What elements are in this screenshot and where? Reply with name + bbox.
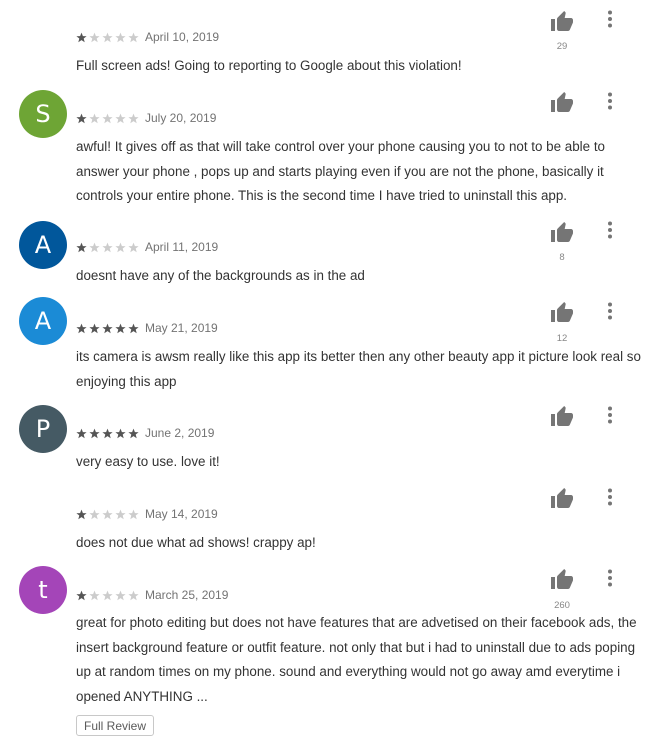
review-date: April 10, 2019 <box>145 30 220 44</box>
review-meta: May 14, 2019 <box>76 507 218 521</box>
avatar: P <box>19 405 67 453</box>
like-count: 8 <box>559 252 565 263</box>
star-empty-icon <box>102 32 113 42</box>
more-options-icon[interactable] <box>603 10 617 28</box>
star-filled-icon <box>102 323 113 333</box>
avatar: t <box>19 566 67 614</box>
star-filled-icon <box>128 428 139 438</box>
full-review-button[interactable]: Full Review <box>76 715 155 736</box>
star-empty-icon <box>102 590 113 600</box>
star-filled-icon <box>76 323 87 333</box>
like-count: 12 <box>556 333 568 344</box>
star-rating <box>76 590 141 601</box>
thumbs-up-icon[interactable] <box>550 405 574 429</box>
more-options-icon[interactable] <box>603 92 617 110</box>
review-date: April 11, 2019 <box>145 240 219 254</box>
star-empty-icon <box>115 590 126 600</box>
star-filled-icon <box>115 323 126 333</box>
review-text: great for photo editing but does not hav… <box>76 615 637 704</box>
thumbs-up-icon[interactable] <box>550 10 574 34</box>
review-text: doesnt have any of the backgrounds as in… <box>76 268 365 283</box>
star-empty-icon <box>128 113 139 123</box>
star-filled-icon <box>102 428 113 438</box>
more-options-icon[interactable] <box>603 302 617 320</box>
review-meta: March 25, 2019 <box>76 588 228 602</box>
star-empty-icon <box>89 32 100 42</box>
review-meta: July 20, 2019 <box>76 111 216 125</box>
star-filled-icon <box>76 590 87 600</box>
review-meta: April 11, 2019 <box>76 240 218 254</box>
star-rating <box>76 113 141 124</box>
thumbs-up-icon[interactable] <box>550 91 574 115</box>
review-date: July 20, 2019 <box>145 111 217 125</box>
avatar: S <box>19 90 67 138</box>
more-options-icon[interactable] <box>603 221 617 239</box>
more-options-icon[interactable] <box>603 488 617 506</box>
star-empty-icon <box>128 509 139 519</box>
star-empty-icon <box>102 242 113 252</box>
star-filled-icon <box>115 428 126 438</box>
thumbs-up-icon[interactable] <box>550 221 574 245</box>
star-filled-icon <box>128 323 139 333</box>
star-filled-icon <box>76 242 87 252</box>
review-text: does not due what ad shows! crappy ap! <box>76 535 316 550</box>
star-rating <box>76 242 141 253</box>
review-meta: June 2, 2019 <box>76 426 214 440</box>
star-empty-icon <box>89 590 100 600</box>
star-empty-icon <box>128 242 139 252</box>
star-rating <box>76 32 141 43</box>
more-options-icon[interactable] <box>603 406 617 424</box>
avatar: A <box>19 297 67 345</box>
star-filled-icon <box>76 113 87 123</box>
star-empty-icon <box>128 590 139 600</box>
star-rating <box>76 509 141 520</box>
star-empty-icon <box>115 509 126 519</box>
star-filled-icon <box>89 323 100 333</box>
star-filled-icon <box>76 32 87 42</box>
like-count: 29 <box>556 41 568 52</box>
star-empty-icon <box>115 32 126 42</box>
star-rating <box>76 428 141 439</box>
review-date: May 14, 2019 <box>145 507 218 521</box>
star-empty-icon <box>89 509 100 519</box>
review-text: Full screen ads! Going to reporting to G… <box>76 58 462 73</box>
avatar: A <box>19 221 67 269</box>
thumbs-up-icon[interactable] <box>550 301 574 325</box>
review-date: May 21, 2019 <box>145 321 218 335</box>
like-count: 260 <box>554 600 570 611</box>
thumbs-up-icon[interactable] <box>550 568 574 592</box>
review-text: very easy to use. love it! <box>76 454 220 469</box>
review-meta: April 10, 2019 <box>76 30 219 44</box>
star-filled-icon <box>76 509 87 519</box>
star-empty-icon <box>115 242 126 252</box>
review-text: awful! It gives off as that will take co… <box>76 139 605 203</box>
star-empty-icon <box>115 113 126 123</box>
star-empty-icon <box>89 242 100 252</box>
more-options-icon[interactable] <box>603 569 617 587</box>
star-rating <box>76 323 141 334</box>
review-date: June 2, 2019 <box>145 426 215 440</box>
star-filled-icon <box>76 428 87 438</box>
review-date: March 25, 2019 <box>145 588 229 602</box>
star-empty-icon <box>128 32 139 42</box>
star-empty-icon <box>89 113 100 123</box>
star-empty-icon <box>102 113 113 123</box>
thumbs-up-icon[interactable] <box>550 487 574 511</box>
star-filled-icon <box>89 428 100 438</box>
review-text: its camera is awsm really like this app … <box>76 349 641 389</box>
review-meta: May 21, 2019 <box>76 321 218 335</box>
star-empty-icon <box>102 509 113 519</box>
